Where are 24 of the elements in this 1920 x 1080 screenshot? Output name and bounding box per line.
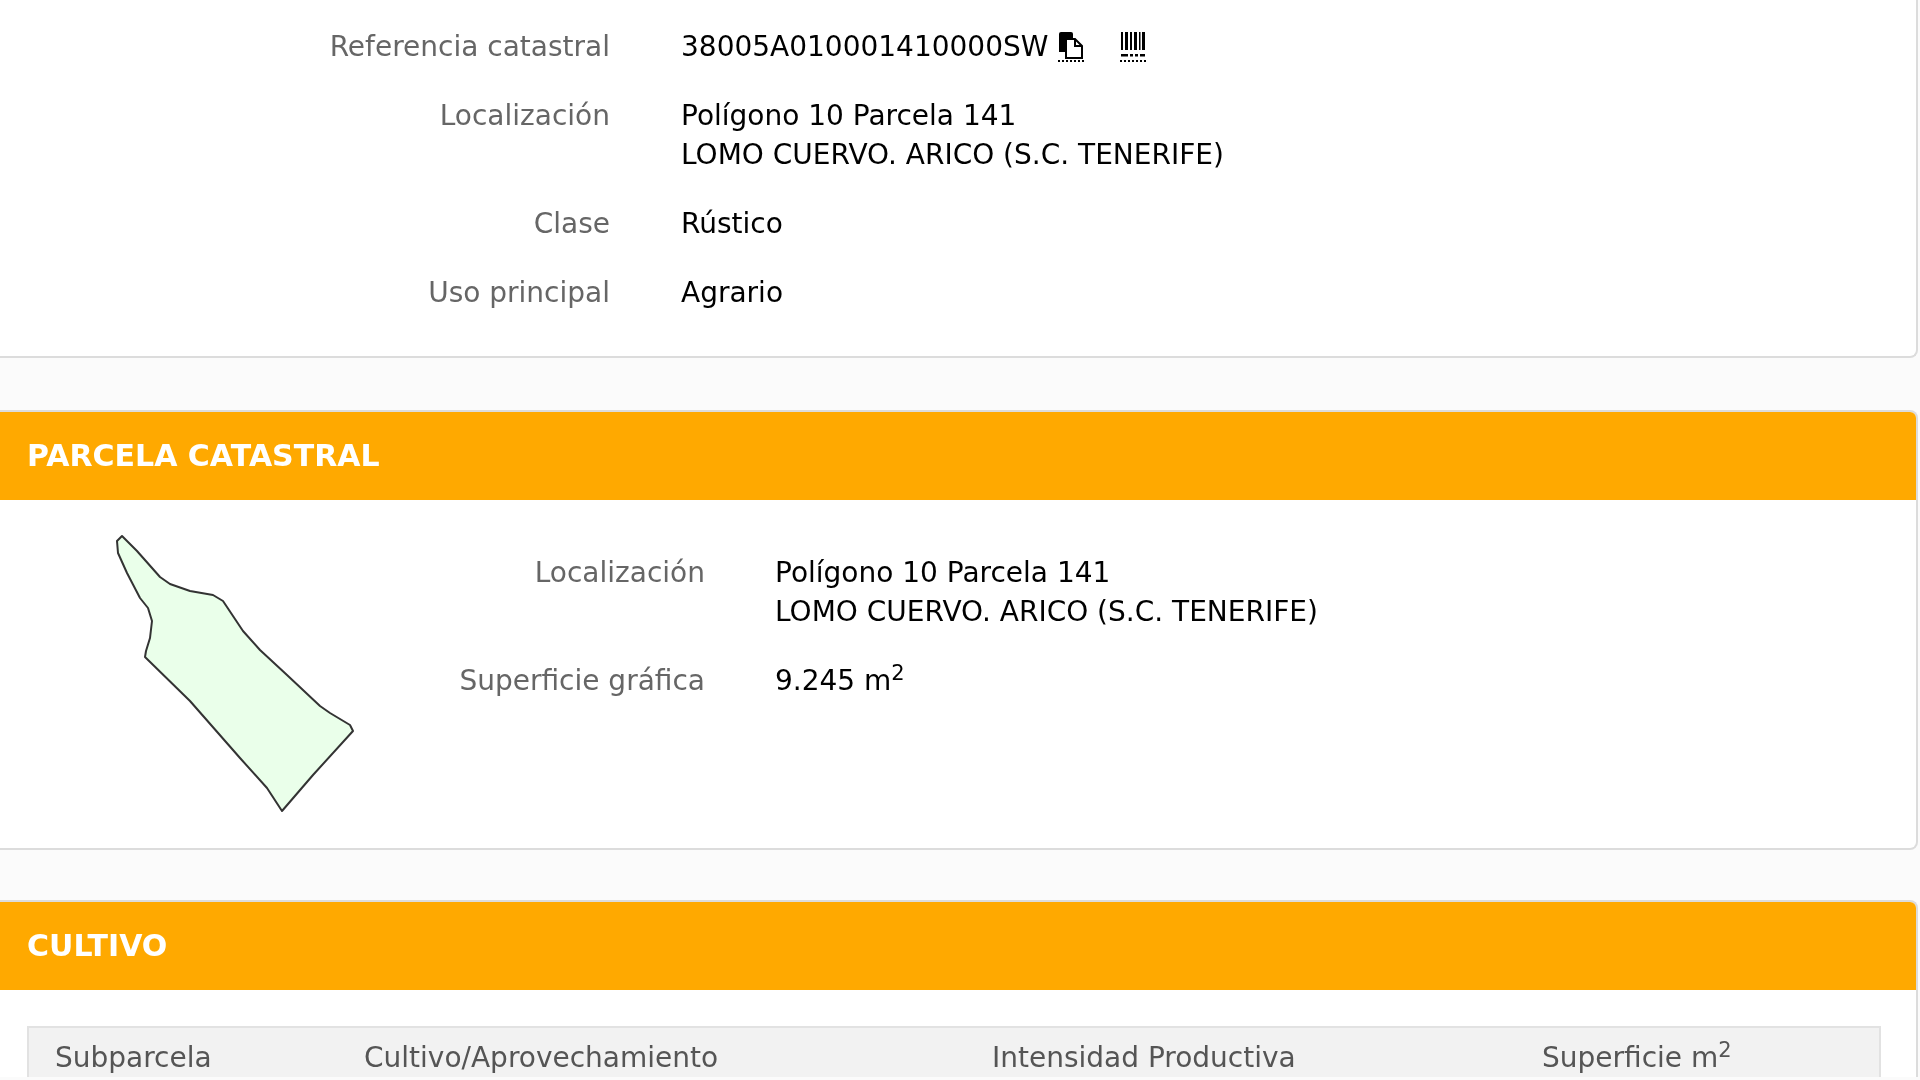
- section-title: CULTIVO: [27, 927, 168, 965]
- field-label: Superficie gráfica: [458, 663, 705, 699]
- column-header: Subparcela: [55, 1040, 213, 1076]
- section-title: PARCELA CATASTRAL: [27, 437, 380, 475]
- field-label: Uso principal: [427, 275, 610, 311]
- field-label: Localización: [438, 98, 610, 134]
- barcode-button[interactable]: [1120, 31, 1147, 62]
- column-header: Intensidad Productiva: [992, 1040, 1297, 1076]
- barcode-icon: [1120, 31, 1147, 59]
- value-text: Polígono 10 Parcela 141: [681, 98, 1018, 134]
- value-text: 9.245 m$^{2}$: [775, 661, 906, 699]
- value-text: 38005A010001410000SW: [681, 29, 1049, 65]
- copy-icon: [1058, 31, 1085, 59]
- value-text: Rústico: [681, 206, 784, 242]
- value-text: Polígono 10 Parcela 141: [775, 555, 1112, 591]
- field-label: Clase: [532, 206, 610, 242]
- value-text: Agrario: [681, 275, 785, 311]
- field-label: Localización: [533, 555, 705, 591]
- value-text: LOMO CUERVO. ARICO (S.C. TENERIFE): [775, 594, 1318, 630]
- column-header: Superficie m$^{2}$: [1542, 1038, 1733, 1076]
- column-header: Cultivo/Aprovechamiento: [364, 1040, 720, 1076]
- value-text: LOMO CUERVO. ARICO (S.C. TENERIFE): [681, 137, 1225, 173]
- field-label: Referencia catastral: [328, 29, 610, 65]
- copy-button[interactable]: [1058, 31, 1085, 62]
